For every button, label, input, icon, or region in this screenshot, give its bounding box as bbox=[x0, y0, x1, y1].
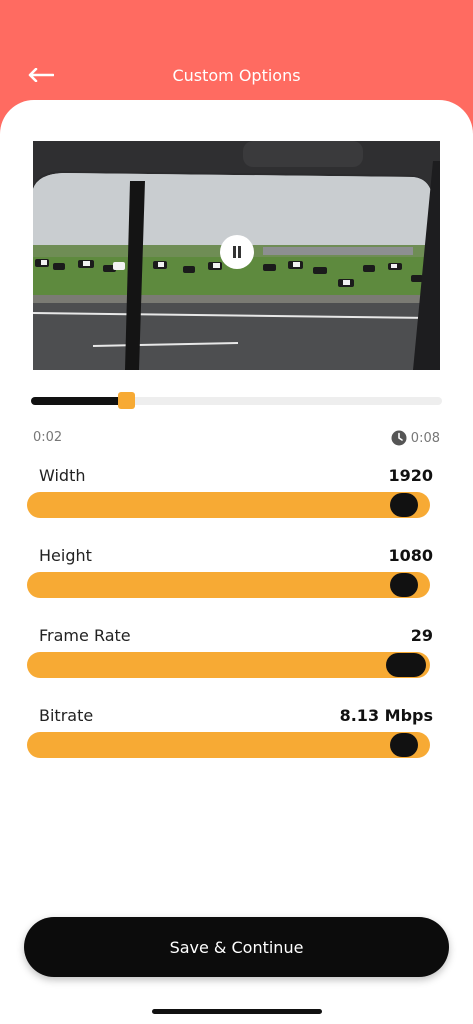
height-option: Height 1080 bbox=[27, 546, 433, 616]
content-sheet: 0:02 0:08 Width 1920 Height 1080 Frame R… bbox=[0, 100, 473, 1024]
page-title: Custom Options bbox=[172, 66, 301, 85]
width-option: Width 1920 bbox=[27, 466, 433, 536]
home-indicator bbox=[152, 1009, 322, 1014]
bitrate-value: 8.13 Mbps bbox=[339, 706, 433, 725]
seek-handle[interactable] bbox=[117, 392, 135, 409]
video-preview[interactable] bbox=[33, 141, 440, 370]
frame-rate-label: Frame Rate bbox=[39, 626, 131, 645]
bitrate-option: Bitrate 8.13 Mbps bbox=[27, 706, 433, 776]
width-slider[interactable] bbox=[27, 492, 430, 518]
height-slider[interactable] bbox=[27, 572, 430, 598]
frame-rate-slider-handle[interactable] bbox=[385, 653, 426, 677]
pause-icon bbox=[233, 246, 241, 258]
height-value: 1080 bbox=[388, 546, 433, 565]
frame-rate-slider[interactable] bbox=[27, 652, 430, 678]
pause-button[interactable] bbox=[220, 235, 254, 269]
width-value: 1920 bbox=[388, 466, 433, 485]
bitrate-label: Bitrate bbox=[39, 706, 94, 725]
current-time: 0:02 bbox=[33, 430, 63, 445]
frame-rate-option: Frame Rate 29 bbox=[27, 626, 433, 696]
total-duration: 0:08 bbox=[391, 430, 440, 446]
total-time-label: 0:08 bbox=[410, 430, 440, 446]
width-label: Width bbox=[39, 466, 86, 485]
clock-icon bbox=[391, 430, 407, 446]
save-continue-button[interactable]: Save & Continue bbox=[24, 917, 449, 977]
frame-rate-value: 29 bbox=[410, 626, 433, 645]
bitrate-slider[interactable] bbox=[27, 732, 430, 758]
height-slider-handle[interactable] bbox=[389, 573, 418, 597]
width-slider-handle[interactable] bbox=[389, 493, 418, 517]
bitrate-slider-handle[interactable] bbox=[389, 733, 418, 757]
seek-progress bbox=[31, 397, 126, 405]
seek-bar[interactable] bbox=[31, 392, 442, 409]
height-label: Height bbox=[39, 546, 92, 565]
